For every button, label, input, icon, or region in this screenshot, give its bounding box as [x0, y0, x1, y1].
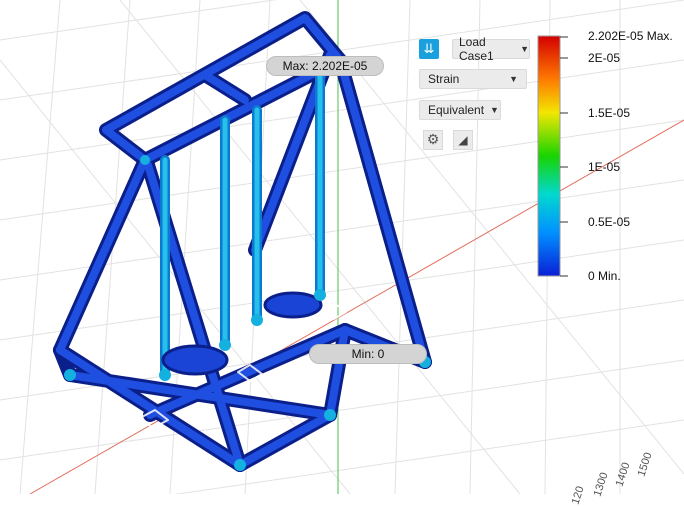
chevron-down-icon: ▼	[509, 74, 518, 84]
double-chevron-down-icon: ⇊	[423, 41, 435, 57]
legend-min-label: 0 Min.	[588, 269, 621, 283]
legend-color-bar	[537, 35, 561, 277]
settings-button[interactable]: ⚙	[423, 130, 443, 150]
result-type-dropdown[interactable]: Strain ▼	[419, 69, 527, 89]
load-case-label: Load Case1	[459, 35, 494, 63]
component-label: Equivalent	[428, 103, 485, 117]
chevron-down-icon: ▼	[520, 44, 529, 54]
model-viewport[interactable]: 2.202E-05 Max. 2E-05 1.5E-05 1E-05 0.5E-…	[0, 0, 684, 506]
load-case-dropdown[interactable]: Load Case1 ▼	[452, 35, 530, 63]
legend-max-label: 2.202E-05 Max.	[588, 29, 673, 43]
component-dropdown[interactable]: Equivalent ▼	[419, 100, 501, 120]
axis-red	[29, 119, 684, 495]
max-probe-label[interactable]: Max: 2.202E-05	[266, 56, 384, 76]
triangle-icon: ◢	[458, 133, 468, 147]
collapse-button[interactable]: ⇊	[419, 39, 439, 59]
legend-tick-label: 2E-05	[588, 51, 621, 65]
legend-tick-label: 0.5E-05	[588, 215, 631, 229]
legend-tick-label: 1E-05	[588, 160, 621, 174]
legend-ticks	[560, 36, 568, 277]
legend-tick-label: 1.5E-05	[588, 106, 631, 120]
gear-icon: ⚙	[426, 132, 440, 148]
result-type-label: Strain	[428, 72, 460, 86]
deformation-toggle-button[interactable]: ◢	[453, 130, 473, 150]
min-probe-label[interactable]: Min: 0	[309, 344, 427, 364]
chevron-down-icon: ▼	[490, 105, 499, 115]
